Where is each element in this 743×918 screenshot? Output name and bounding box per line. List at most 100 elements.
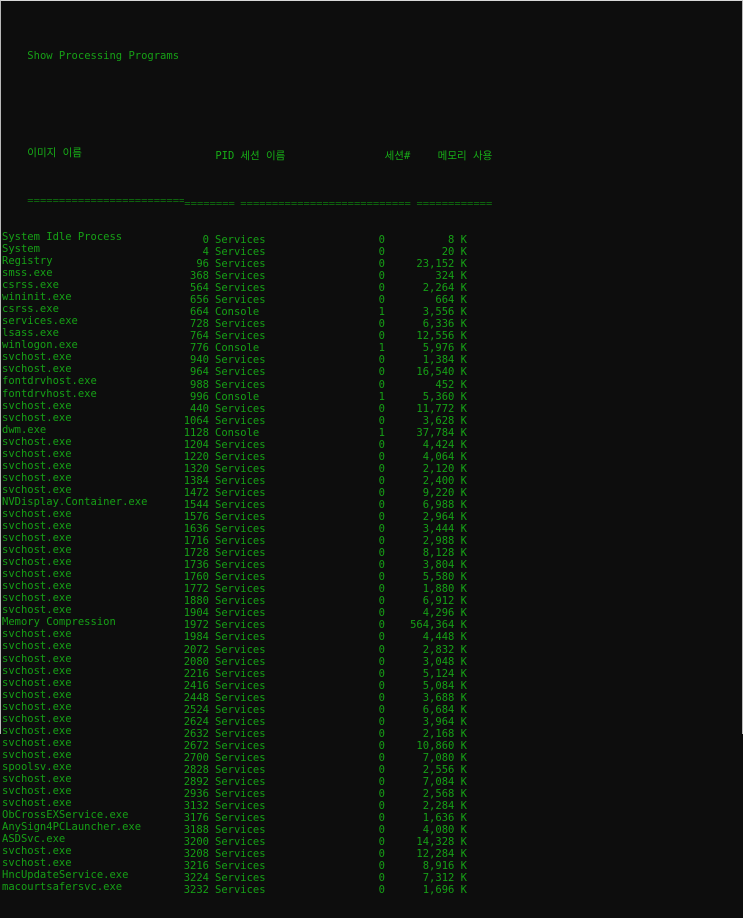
table-row: svchost.exe 1220 Services 0 4,064 K [2,447,742,463]
cell-image-name: svchost.exe [2,785,72,798]
cell-image-name: csrss.exe [2,279,59,292]
cell-image-name: svchost.exe [2,580,72,593]
cell-image-name: svchost.exe [2,351,72,364]
cell-image-name: svchost.exe [2,773,72,785]
cell-image-name: csrss.exe [2,303,59,316]
table-row: NVDisplay.Container.exe 1544 Services 0 6,98… [2,495,742,511]
cell-image-name: svchost.exe [2,363,72,376]
cell-image-name: svchost.exe [2,652,72,665]
cell-image-name: svchost.exe [2,628,72,641]
table-row: Memory Compression 1972 Services 0 564,364 K [2,616,742,631]
table-row: System 4 Services 0 20 K [2,242,742,258]
table-row: svchost.exe 1880 Services 0 6,912 K [2,592,742,607]
cell-image-name: svchost.exe [2,459,72,472]
cell-image-name: svchost.exe [2,845,72,858]
table-row: svchost.exe 1064 Services 0 3,628 K [2,411,742,427]
cell-image-name: svchost.exe [2,447,72,460]
table-row: svchost.exe 2416 Services 0 5,084 K [2,676,742,692]
cell-pid: 3232 [183,884,209,897]
cell-image-name: svchost.exe [2,556,72,569]
cell-image-name: svchost.exe [2,676,72,689]
table-row: svchost.exe 440 Services 0 11,772 K [2,399,742,415]
cell-image-name: svchost.exe [2,568,72,581]
cell-image-name: System [2,242,40,255]
table-row: svchost.exe 2216 Services 0 5,124 K [2,664,742,680]
cell-memory-usage: 1,696 K [422,884,467,897]
table-row: svchost.exe 2524 Services 0 6,684 K [2,700,742,716]
header-session-number: 세션# [384,149,411,162]
cell-image-name: svchost.exe [2,507,72,520]
table-row: macourtsafersvc.exe 3232 Services 0 1,696 K [2,881,742,897]
table-row: svchost.exe 2624 Services 0 3,964 K [2,712,742,728]
cell-image-name: NVDisplay.Container.exe [2,495,148,508]
cell-image-name: svchost.exe [2,532,72,545]
cell-image-name: spoolsv.exe [2,760,72,773]
cell-image-name: ObCrossEXService.exe [2,809,129,822]
cell-image-name: System Idle Process [2,230,123,243]
header-pid: PID [215,149,235,162]
table-row: csrss.exe 564 Services 0 2,264 K [2,279,742,294]
separator-image-name: ========================= [27,194,185,207]
cell-image-name: svchost.exe [2,664,72,677]
cell-image-name: svchost.exe [2,712,72,725]
command-title-text: Show Processing Programs [27,50,180,63]
cell-image-name: svchost.exe [2,399,72,412]
cell-image-name: svchost.exe [2,640,72,653]
cell-image-name: svchost.exe [2,748,72,761]
cell-image-name: fontdrvhost.exe [2,387,97,400]
cell-image-name: smss.exe [2,267,53,280]
cell-image-name: fontdrvhost.exe [2,375,97,388]
cell-image-name: wininit.exe [2,291,72,304]
table-row: svchost.exe 964 Services 0 16,540 K [2,363,742,378]
cell-image-name: Memory Compression [2,616,116,629]
table-row: svchost.exe 1728 Services 0 8,128 K [2,544,742,559]
table-row: HncUpdateService.exe 3224 Services 0 7,312 K [2,869,742,884]
cell-image-name: svchost.exe [2,688,72,701]
table-row: svchost.exe 3132 Services 0 2,284 K [2,797,742,812]
table-row: ObCrossEXService.exe 3176 Services 0 1,636 K [2,809,742,824]
separator-session-name: ================ [240,197,342,210]
table-header-row: 이미지 이름 PID 세션 이름 세션# 메모리 사용 [2,135,742,162]
table-row: svchost.exe 1760 Services 0 5,580 K [2,568,742,583]
terminal-console[interactable]: Show Processing Programs 이미지 이름 PID 세션 이름 세… [1,1,742,918]
table-row: svchost.exe 2080 Services 0 3,048 K [2,652,742,668]
table-row: wininit.exe 656 Services 0 664 K [2,291,742,306]
table-row: spoolsv.exe 2828 Services 0 2,556 K [2,760,742,776]
cell-image-name: svchost.exe [2,411,72,424]
cell-image-name: svchost.exe [2,471,72,484]
table-row: fontdrvhost.exe 988 Services 0 452 K [2,375,742,390]
table-row: svchost.exe 3216 Services 0 8,916 K [2,857,742,872]
table-row: ASDSvc.exe 3200 Services 0 14,328 K [2,833,742,848]
cell-image-name: svchost.exe [2,483,72,496]
cell-image-name: AnySign4PCLauncher.exe [2,821,142,834]
process-table-body: System Idle Process 0 Services 0 8 K System 4 S… [2,230,742,897]
cell-image-name: svchost.exe [2,520,72,533]
cell-image-name: svchost.exe [2,857,72,870]
cell-image-name: lsass.exe [2,327,59,340]
table-row: svchost.exe 1984 Services 0 4,448 K [2,628,742,643]
table-row: svchost.exe 1576 Services 0 2,964 K [2,507,742,523]
cell-image-name: services.exe [2,315,78,328]
table-row: svchost.exe 2892 Services 0 7,084 K [2,773,742,788]
table-row: smss.exe 368 Services 0 324 K [2,267,742,282]
table-row: svchost.exe 1320 Services 0 2,120 K [2,459,742,475]
cell-image-name: dwm.exe [2,423,47,436]
table-row: svchost.exe 2072 Services 0 2,832 K [2,640,742,655]
table-row: lsass.exe 764 Services 0 12,556 K [2,327,742,342]
table-row: svchost.exe 1772 Services 0 1,880 K [2,580,742,595]
table-row: System Idle Process 0 Services 0 8 K [2,230,742,246]
header-image-name: 이미지 이름 [27,146,82,159]
table-row: dwm.exe 1128 Console 1 37,784 K [2,423,742,439]
table-row: winlogon.exe 776 Console 1 5,976 K [2,339,742,354]
table-row: svchost.exe 2632 Services 0 2,168 K [2,725,742,740]
table-row: Registry 96 Services 0 23,152 K [2,255,742,270]
table-separator-row: ================================= =======… [2,183,742,210]
table-row: svchost.exe 2448 Services 0 3,688 K [2,688,742,704]
table-row: svchost.exe 1716 Services 0 2,988 K [2,532,742,547]
separator-pid: ======== [184,197,235,210]
cell-image-name: winlogon.exe [2,339,78,352]
cell-image-name: svchost.exe [2,700,72,713]
header-session-name: 세션 이름 [240,149,286,162]
cell-image-name: ASDSvc.exe [2,833,66,846]
